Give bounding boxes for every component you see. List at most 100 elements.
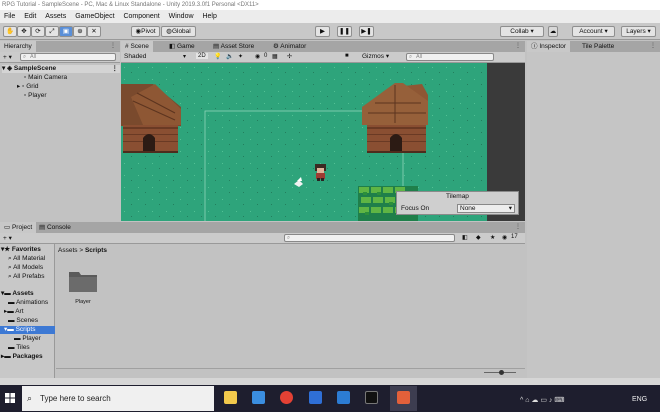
favorite-item[interactable]: ⌕ All Models [8, 264, 43, 272]
hierarchy-item-grid[interactable]: ▸ ▫ Grid [17, 83, 38, 91]
transform-tool-icon[interactable]: ⊕ [73, 26, 87, 37]
project-search-input[interactable]: ⌕ [284, 234, 455, 242]
tray-icons[interactable]: ^ ⌂ ☁ ▭ ♪ ⌨ [520, 396, 564, 404]
lighting-icon[interactable]: 💡 [214, 53, 221, 60]
favorites-header[interactable]: ▾★ Favorites [1, 246, 41, 254]
tab-inspector[interactable]: ⓘ Inspector [527, 41, 571, 52]
cloud-icon[interactable]: ☁ [548, 26, 558, 37]
grid-icon[interactable]: ▦ [272, 53, 278, 60]
status-strip [0, 378, 660, 385]
filter-type-icon[interactable]: ◧ [462, 234, 468, 241]
shading-mode-dropdown[interactable]: Shaded [124, 53, 146, 60]
chrome-icon[interactable] [280, 391, 293, 404]
panel-menu-icon[interactable]: ⋮ [515, 42, 521, 49]
pause-button[interactable]: ❚❚ [337, 26, 352, 37]
tab-asset-store[interactable]: ▤ Asset Store [209, 41, 258, 52]
menu-file[interactable]: File [4, 13, 15, 20]
packages-header[interactable]: ▸▬ Packages [1, 353, 43, 361]
hierarchy-create-button[interactable]: + ▾ [3, 53, 12, 61]
audio-icon[interactable]: 🔈 [226, 53, 233, 60]
focus-on-value: None [460, 205, 476, 212]
menu-gameobject[interactable]: GameObject [75, 13, 114, 20]
breadcrumb-scripts[interactable]: Scripts [85, 247, 107, 254]
menu-component[interactable]: Component [123, 13, 159, 20]
tab-hierarchy[interactable]: Hierarchy [0, 41, 36, 52]
panel-menu-icon[interactable]: ⋮ [515, 223, 521, 230]
tab-project-label: Project [11, 224, 33, 231]
scene-search-input[interactable]: ⌕ All [406, 53, 494, 61]
hidden-count: 17 [511, 234, 518, 240]
visibility-icon[interactable]: ◉ [255, 53, 260, 60]
effects-icon[interactable]: ✦ [238, 53, 243, 60]
project-create-button[interactable]: + ▾ [3, 234, 12, 242]
tab-animator-label: Animator [280, 43, 307, 50]
mail-icon[interactable] [252, 391, 265, 404]
tab-project[interactable]: ▭ Project [0, 222, 37, 233]
hierarchy-panel: Hierarchy ⋮ + ▾ ⌕ All ▾ ◈ SampleScene ⋮ … [0, 41, 120, 221]
windows-start-icon[interactable] [5, 393, 15, 403]
favorite-star-icon[interactable]: ★ [490, 234, 495, 241]
2d-toggle[interactable]: 2D [196, 53, 208, 59]
assets-header[interactable]: ▾▬ Assets [1, 290, 34, 298]
visibility-toggle-icon[interactable]: ◉ [502, 234, 507, 241]
menu-assets[interactable]: Assets [45, 13, 66, 20]
panel-menu-icon[interactable]: ⋮ [650, 42, 656, 49]
taskbar-search-input[interactable]: ⌕ Type here to search [22, 386, 214, 411]
zoom-slider-handle[interactable] [499, 370, 504, 375]
language-indicator[interactable]: ENG [632, 396, 647, 403]
asset-grid-item-player[interactable]: Player [63, 267, 103, 312]
app-icon[interactable] [397, 391, 410, 404]
rotate-tool-icon[interactable]: ⟳ [31, 26, 45, 37]
focus-on-dropdown[interactable]: None ▾ [457, 204, 515, 213]
custom-tool-icon[interactable]: ✕ [87, 26, 101, 37]
step-button[interactable]: ▶❚ [359, 26, 374, 37]
tab-game[interactable]: ◧ Game [165, 41, 199, 52]
vpn-icon[interactable] [309, 391, 322, 404]
hierarchy-item-label: Main Camera [28, 74, 68, 81]
account-dropdown[interactable]: Account ▾ [572, 26, 615, 37]
global-toggle[interactable]: ◍Global [161, 26, 196, 37]
scene-root-row[interactable]: ▾ ◈ SampleScene ⋮ [2, 65, 120, 73]
scene-tab-icon: # [125, 43, 129, 50]
folder-item-scripts[interactable]: ▾▬ Scripts [0, 326, 55, 334]
play-button[interactable]: ▶ [315, 26, 330, 37]
hand-tool-icon[interactable]: ✋ [3, 26, 17, 37]
terminal-icon[interactable] [365, 391, 378, 404]
move-tool-icon[interactable]: ✥ [17, 26, 31, 37]
search-icon: ⌕ [287, 235, 291, 241]
camera-icon[interactable]: ■ [345, 53, 349, 59]
menu-window[interactable]: Window [169, 13, 194, 20]
scene-menu-icon[interactable]: ⋮ [112, 65, 119, 73]
collab-button[interactable]: Collab ▾ [500, 26, 544, 37]
layers-dropdown[interactable]: Layers ▾ [621, 26, 656, 37]
tab-scene[interactable]: # Scene [121, 41, 153, 52]
favorite-item[interactable]: ⌕ All Prefabs [8, 273, 45, 281]
menu-help[interactable]: Help [202, 13, 216, 20]
rect-tool-icon[interactable]: ▣ [59, 26, 73, 37]
project-panel: ▭ Project ▤ Console ⋮ + ▾ ⌕ ◧ ◆ ★ ◉ 17 ▾… [0, 222, 525, 378]
scale-tool-icon[interactable]: ⤢ [45, 26, 59, 37]
gizmos-dropdown[interactable]: Gizmos ▾ [362, 52, 389, 60]
folder-item-scenes[interactable]: ▬ Scenes [8, 317, 38, 325]
favorite-item[interactable]: ⌕ All Material [8, 255, 45, 263]
folder-item-animations[interactable]: ▬ Animations [8, 299, 48, 307]
menu-edit[interactable]: Edit [24, 13, 36, 20]
filter-label-icon[interactable]: ◆ [476, 234, 481, 241]
pivot-toggle[interactable]: ◉Pivot [131, 26, 160, 37]
folder-item-art[interactable]: ▸▬ Art [4, 308, 24, 316]
tab-console[interactable]: ▤ Console [35, 222, 75, 233]
tab-animator[interactable]: ⚙ Animator [269, 41, 310, 52]
tab-tile-palette[interactable]: Tile Palette [578, 41, 618, 52]
breadcrumb-assets[interactable]: Assets [58, 247, 78, 254]
hierarchy-search-input[interactable]: ⌕ All [20, 53, 116, 61]
panel-menu-icon[interactable]: ⋮ [110, 42, 116, 49]
star-icon: ★ [4, 246, 11, 253]
project-folder-tree: ▾★ Favorites ⌕ All Material ⌕ All Models… [0, 244, 55, 378]
hierarchy-item-main-camera[interactable]: ▫ Main Camera [24, 74, 67, 82]
folder-item-player[interactable]: ▬ Player [14, 335, 41, 343]
tools-icon[interactable]: ✢ [287, 53, 292, 60]
folder-item-tiles[interactable]: ▬ Tiles [8, 344, 30, 352]
file-explorer-icon[interactable] [224, 391, 237, 404]
vscode-icon[interactable] [337, 391, 350, 404]
hierarchy-item-player[interactable]: ▫ Player [24, 92, 47, 100]
